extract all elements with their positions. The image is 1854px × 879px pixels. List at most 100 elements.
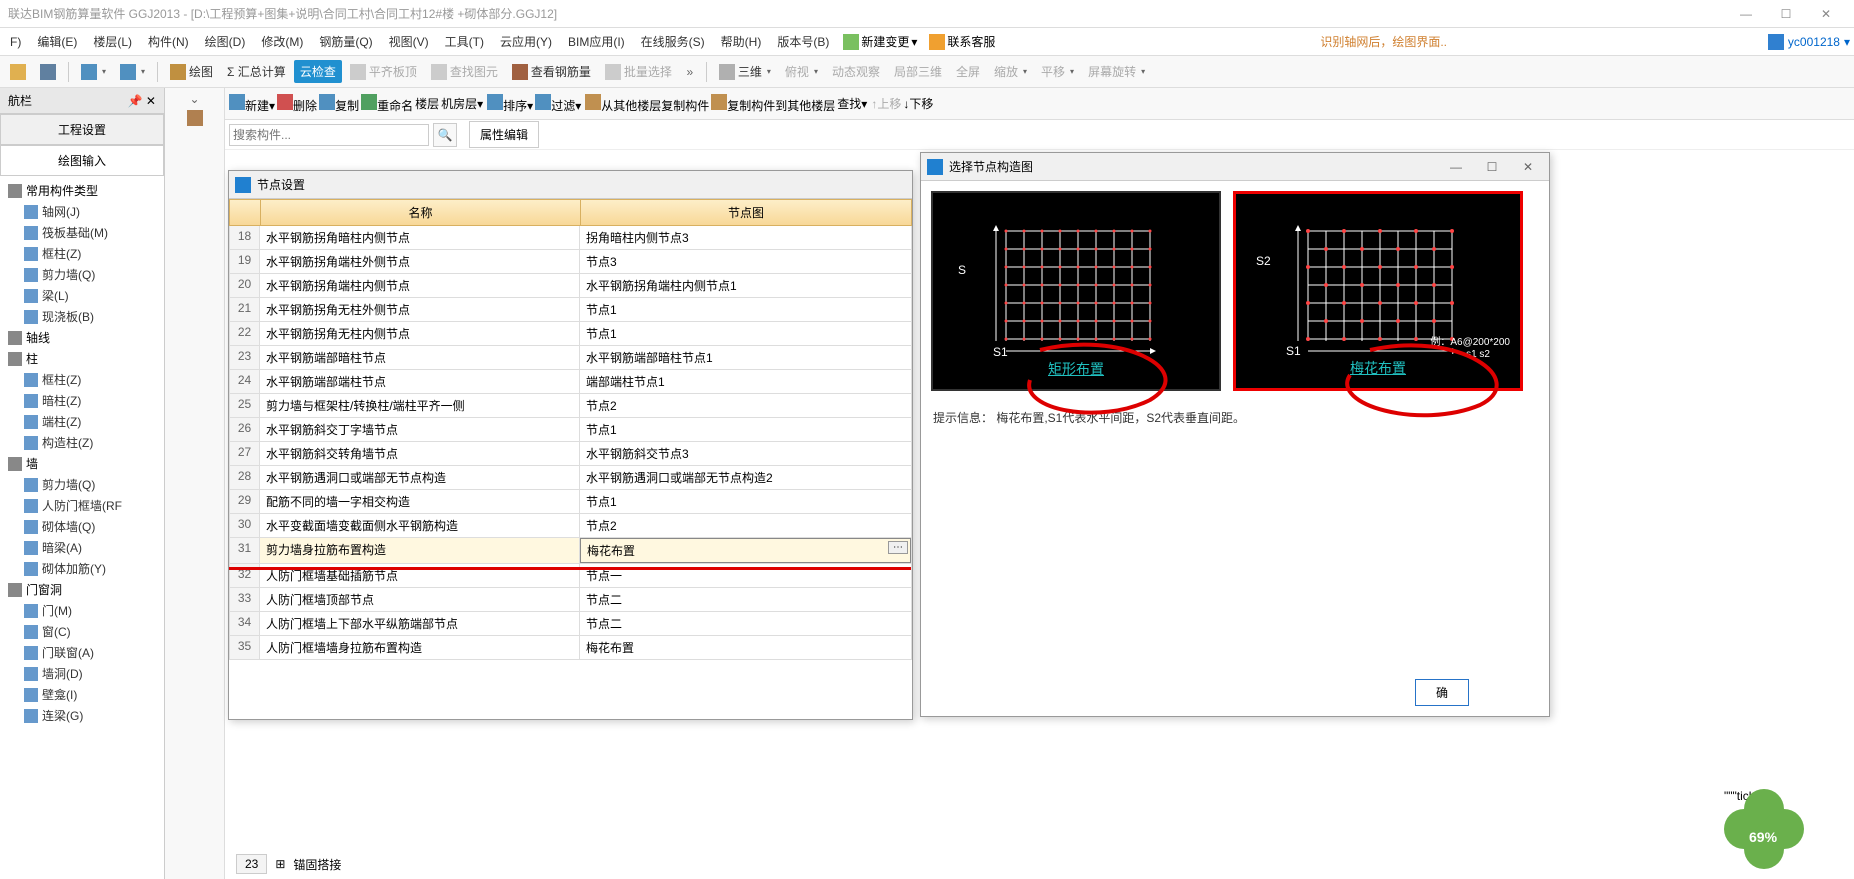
fullscreen-button[interactable]: 全屏 <box>950 60 986 83</box>
cloud-check-button[interactable]: 云检查 <box>294 60 342 83</box>
cell-node[interactable]: 节点1 <box>580 418 911 441</box>
user-account[interactable]: yc001218▾ <box>1768 34 1850 50</box>
more-button[interactable]: ⋯ <box>888 541 908 554</box>
table-row[interactable]: 22水平钢筋拐角无柱内侧节点节点1 <box>229 322 912 346</box>
cell-node[interactable]: 水平钢筋拐角端柱内侧节点1 <box>580 274 911 297</box>
tree-item[interactable]: 构造柱(Z) <box>0 432 164 453</box>
search-button[interactable]: 🔍 <box>433 123 457 147</box>
tree-item[interactable]: 砌体墙(Q) <box>0 516 164 537</box>
sum-button[interactable]: Σ 汇总计算 <box>221 60 292 83</box>
table-row[interactable]: 27水平钢筋斜交转角墙节点水平钢筋斜交节点3 <box>229 442 912 466</box>
cell-node[interactable]: 水平钢筋端部暗柱节点1 <box>580 346 911 369</box>
tree-item[interactable]: 梁(L) <box>0 285 164 306</box>
table-row[interactable]: 19水平钢筋拐角端柱外侧节点节点3 <box>229 250 912 274</box>
tree-group[interactable]: 常用构件类型 <box>0 180 164 201</box>
table-row[interactable]: 35人防门框墙墙身拉筋布置构造梅花布置 <box>229 636 912 660</box>
new-component-button[interactable]: 新建▾ <box>229 94 275 114</box>
tree-item[interactable]: 砌体加筋(Y) <box>0 558 164 579</box>
rename-button[interactable]: 重命名 <box>361 94 413 114</box>
redo-button[interactable]: ▾ <box>114 61 151 83</box>
cell-node[interactable]: 节点1 <box>580 490 911 513</box>
close-button[interactable]: ✕ <box>1806 7 1846 21</box>
table-row[interactable]: 24水平钢筋端部端柱节点端部端柱节点1 <box>229 370 912 394</box>
delete-button[interactable]: 删除 <box>277 94 317 114</box>
cell-node[interactable]: 水平钢筋遇洞口或端部无节点构造2 <box>580 466 911 489</box>
tree-item[interactable]: 端柱(Z) <box>0 411 164 432</box>
tree-item[interactable]: 框柱(Z) <box>0 243 164 264</box>
new-change-button[interactable]: 新建变更▾ <box>839 31 921 52</box>
batch-select-button[interactable]: 批量选择 <box>599 60 678 83</box>
tree-item[interactable]: 墙洞(D) <box>0 663 164 684</box>
tree-item[interactable]: 框柱(Z) <box>0 369 164 390</box>
cell-node[interactable]: 节点3 <box>580 250 911 273</box>
close-button[interactable]: ✕ <box>1513 160 1543 174</box>
menu-tool[interactable]: 工具(T) <box>439 31 490 52</box>
menu-edit[interactable]: 编辑(E) <box>31 31 83 52</box>
cell-node[interactable]: 节点1 <box>580 322 911 345</box>
flat-button[interactable]: 平齐板顶 <box>344 60 423 83</box>
find-element-button[interactable]: 查找图元 <box>425 60 504 83</box>
draw-button[interactable]: 绘图 <box>164 60 219 83</box>
cell-node[interactable]: 梅花布置⋯ <box>580 538 911 563</box>
menu-file[interactable]: F) <box>4 33 27 51</box>
menu-view[interactable]: 视图(V) <box>383 31 435 52</box>
move-down-button[interactable]: ↓下移 <box>903 95 933 112</box>
tree-item[interactable]: 现浇板(B) <box>0 306 164 327</box>
machine-floor-button[interactable]: 机房层▾ <box>441 95 483 112</box>
tree-item[interactable]: 暗柱(Z) <box>0 390 164 411</box>
move-up-button[interactable]: ↑上移 <box>871 95 901 112</box>
more-toolbar[interactable]: » <box>680 65 700 79</box>
table-row[interactable]: 29配筋不同的墙一字相交构造节点1 <box>229 490 912 514</box>
menu-version[interactable]: 版本号(B) <box>771 31 835 52</box>
top-view-button[interactable]: 俯视▾ <box>779 60 824 83</box>
find-button[interactable]: 查找▾ <box>837 95 867 112</box>
tree-item[interactable]: 门联窗(A) <box>0 642 164 663</box>
cell-node[interactable]: 水平钢筋斜交节点3 <box>580 442 911 465</box>
tree-group[interactable]: 墙 <box>0 453 164 474</box>
menu-component[interactable]: 构件(N) <box>142 31 195 52</box>
cell-node[interactable]: 拐角暗柱内侧节点3 <box>580 226 911 249</box>
ok-button[interactable]: 确 <box>1415 679 1469 706</box>
menu-cloud[interactable]: 云应用(Y) <box>494 31 558 52</box>
minimize-button[interactable]: — <box>1726 7 1766 21</box>
cell-node[interactable]: 节点2 <box>580 394 911 417</box>
table-row[interactable]: 26水平钢筋斜交丁字墙节点节点1 <box>229 418 912 442</box>
copy-button[interactable]: 复制 <box>319 94 359 114</box>
cell-node[interactable]: 梅花布置 <box>580 636 911 659</box>
expand-icon[interactable]: ⊞ <box>275 857 285 871</box>
component-tree[interactable]: 常用构件类型轴网(J)筏板基础(M)框柱(Z)剪力墙(Q)梁(L)现浇板(B)轴… <box>0 176 164 879</box>
table-row[interactable]: 34人防门框墙上下部水平纵筋端部节点节点二 <box>229 612 912 636</box>
copy-from-button[interactable]: 从其他楼层复制构件 <box>585 94 709 114</box>
dialog-titlebar[interactable]: 选择节点构造图 — ☐ ✕ <box>921 153 1549 181</box>
maximize-button[interactable]: ☐ <box>1766 7 1806 21</box>
copy-to-button[interactable]: 复制构件到其他楼层 <box>711 94 835 114</box>
rotate-button[interactable]: 屏幕旋转▾ <box>1082 60 1151 83</box>
option-plum-layout[interactable]: S2 S1 例：A6@200*200 s1 s2 梅花布置 <box>1233 191 1523 391</box>
tree-item[interactable]: 筏板基础(M) <box>0 222 164 243</box>
tree-item[interactable]: 门(M) <box>0 600 164 621</box>
clover-widget[interactable]: """ticker 69% <box>1724 789 1814 869</box>
tree-item[interactable]: 剪力墙(Q) <box>0 264 164 285</box>
view-rebar-button[interactable]: 查看钢筋量 <box>506 60 597 83</box>
property-edit-tab[interactable]: 属性编辑 <box>469 121 539 148</box>
zoom-button[interactable]: 缩放▾ <box>988 60 1033 83</box>
menu-online[interactable]: 在线服务(S) <box>635 31 711 52</box>
maximize-button[interactable]: ☐ <box>1477 160 1507 174</box>
tree-item[interactable]: 剪力墙(Q) <box>0 474 164 495</box>
menu-floor[interactable]: 楼层(L) <box>87 31 138 52</box>
floor-button[interactable]: 楼层 <box>415 95 439 112</box>
tree-item[interactable]: 暗梁(A) <box>0 537 164 558</box>
menu-modify[interactable]: 修改(M) <box>255 31 309 52</box>
table-row[interactable]: 30水平变截面墙变截面侧水平钢筋构造节点2 <box>229 514 912 538</box>
grid-icon[interactable] <box>187 110 203 126</box>
table-row[interactable]: 28水平钢筋遇洞口或端部无节点构造水平钢筋遇洞口或端部无节点构造2 <box>229 466 912 490</box>
cell-node[interactable]: 节点二 <box>580 612 911 635</box>
tree-item[interactable]: 窗(C) <box>0 621 164 642</box>
open-button[interactable] <box>4 61 32 83</box>
menu-bim[interactable]: BIM应用(I) <box>562 31 631 52</box>
minimize-button[interactable]: — <box>1441 160 1471 174</box>
menu-rebar[interactable]: 钢筋量(Q) <box>313 31 378 52</box>
tree-item[interactable]: 轴网(J) <box>0 201 164 222</box>
filter-button[interactable]: 过滤▾ <box>535 94 581 114</box>
contact-button[interactable]: 联系客服 <box>925 31 999 52</box>
